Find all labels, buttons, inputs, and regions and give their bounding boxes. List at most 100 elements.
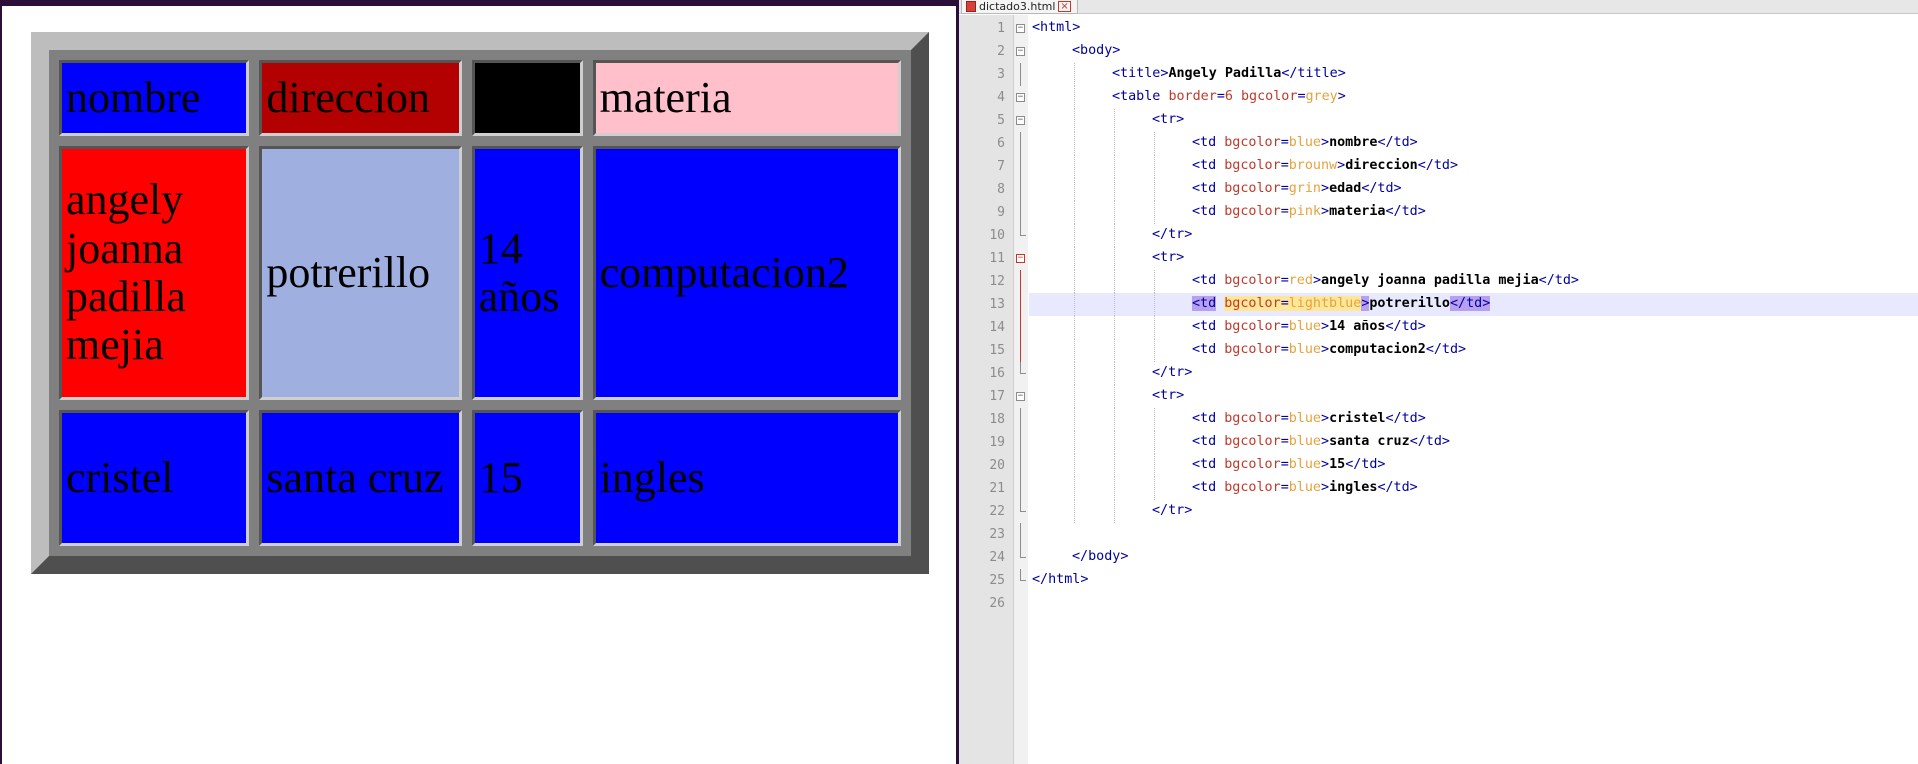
- code-token: >: [1321, 411, 1330, 426]
- code-token: potrerillo: [1369, 296, 1450, 311]
- indent-guide: [1074, 431, 1075, 454]
- code-line[interactable]: 23: [959, 523, 1918, 546]
- indent-guide: [1074, 247, 1075, 270]
- code-line[interactable]: 10 </tr>: [959, 224, 1918, 247]
- code-token: bgcolor: [1224, 296, 1281, 311]
- code-token: direccion: [1345, 158, 1418, 173]
- line-number: 4: [997, 90, 1005, 105]
- fold-line: [1020, 155, 1021, 178]
- indent-guide: [1074, 86, 1075, 109]
- indent-guide: [1074, 201, 1075, 224]
- code-line[interactable]: 3 <title>Angely Padilla</title>: [959, 63, 1918, 86]
- code-line[interactable]: 13 <td bgcolor=lightblue>potrerillo</td>: [959, 293, 1918, 316]
- code-token: =: [1280, 342, 1289, 357]
- code-token: <body>: [1072, 43, 1121, 58]
- code-line[interactable]: 15 <td bgcolor=blue>computacion2</td>: [959, 339, 1918, 362]
- fold-line: [1020, 477, 1021, 500]
- code-token: bgcolor: [1224, 480, 1281, 495]
- code-line[interactable]: 22 </tr>: [959, 500, 1918, 523]
- code-token: <td: [1192, 158, 1225, 173]
- code-token: bgcolor: [1224, 273, 1281, 288]
- table-cell: direccion: [259, 60, 462, 136]
- indent-guide: [1154, 293, 1155, 316]
- code-line[interactable]: 7 <td bgcolor=brounw>direccion</td>: [959, 155, 1918, 178]
- indent-guide: [1074, 500, 1075, 523]
- fold-line: [1020, 454, 1021, 477]
- tab-label: dictado3.html: [979, 0, 1056, 13]
- code-token: blue: [1288, 434, 1321, 449]
- code-token: </td>: [1385, 319, 1426, 334]
- indent-guide: [1114, 109, 1115, 132]
- code-line[interactable]: 25 </html>: [959, 569, 1918, 592]
- code-line[interactable]: 9 <td bgcolor=pink>materia</td>: [959, 201, 1918, 224]
- line-number: 16: [989, 366, 1005, 381]
- close-icon[interactable]: ×: [1058, 1, 1071, 12]
- fold-toggle-icon[interactable]: −: [1016, 392, 1025, 401]
- fold-toggle-icon[interactable]: −: [1016, 116, 1025, 125]
- fold-end-marker: [1020, 569, 1026, 581]
- line-number: 20: [989, 458, 1005, 473]
- code-line[interactable]: 2 − <body>: [959, 40, 1918, 63]
- code-token: =: [1280, 411, 1289, 426]
- fold-line: [1020, 178, 1021, 201]
- fold-line: [1020, 132, 1021, 155]
- code-line[interactable]: 14 <td bgcolor=blue>14 años</td>: [959, 316, 1918, 339]
- code-line[interactable]: 11 − <tr>: [959, 247, 1918, 270]
- code-line[interactable]: 20 <td bgcolor=blue>15</td>: [959, 454, 1918, 477]
- fold-line: [1020, 339, 1021, 362]
- code-line[interactable]: 12 <td bgcolor=red>angely joanna padilla …: [959, 270, 1918, 293]
- fold-toggle-icon[interactable]: −: [1016, 254, 1025, 263]
- table-cell: 14 años: [471, 145, 583, 401]
- code-line[interactable]: 21 <td bgcolor=blue>ingles</td>: [959, 477, 1918, 500]
- code-token: </title>: [1281, 66, 1346, 81]
- code-text: </html>: [1032, 572, 1088, 587]
- code-token: >: [1321, 135, 1330, 150]
- indent-guide: [1114, 339, 1115, 362]
- code-token: >: [1321, 204, 1330, 219]
- code-line[interactable]: 17 − <tr>: [959, 385, 1918, 408]
- indent-guide: [1114, 362, 1115, 385]
- code-token: =: [1280, 273, 1289, 288]
- code-token: cristel: [1329, 411, 1386, 426]
- line-number: 24: [989, 550, 1005, 565]
- code-token: >: [1321, 181, 1330, 196]
- code-line[interactable]: 6 <td bgcolor=blue>nombre</td>: [959, 132, 1918, 155]
- tab-dictado3[interactable]: dictado3.html ×: [961, 0, 1078, 14]
- code-text: <td bgcolor=blue>ingles</td>: [1192, 480, 1418, 495]
- code-line[interactable]: 18 <td bgcolor=blue>cristel</td>: [959, 408, 1918, 431]
- code-token: </td>: [1425, 342, 1467, 357]
- fold-toggle-icon[interactable]: −: [1016, 47, 1025, 56]
- code-line[interactable]: 8 <td bgcolor=grin>edad</td>: [959, 178, 1918, 201]
- indent-guide: [1074, 339, 1075, 362]
- code-line[interactable]: 4− <table border=6 bgcolor=grey>: [959, 86, 1918, 109]
- code-line[interactable]: 16 </tr>: [959, 362, 1918, 385]
- code-token: </body>: [1072, 549, 1129, 564]
- fold-toggle-icon[interactable]: −: [1016, 24, 1025, 33]
- code-text: </tr>: [1152, 227, 1192, 242]
- code-line[interactable]: 1 − <html>: [959, 17, 1918, 40]
- code-token: </td>: [1450, 296, 1491, 311]
- fold-toggle-icon[interactable]: −: [1016, 93, 1025, 102]
- code-token: border: [1168, 89, 1217, 104]
- code-token: <td: [1192, 411, 1225, 426]
- code-token: </td>: [1361, 181, 1402, 196]
- html-file-icon: [966, 1, 976, 12]
- indent-guide: [1114, 178, 1115, 201]
- code-token: angely joanna padilla mejia: [1321, 273, 1539, 288]
- line-number: 21: [989, 481, 1005, 496]
- code-line[interactable]: 26: [959, 592, 1918, 615]
- code-line[interactable]: 5 − <tr>: [959, 109, 1918, 132]
- code-line[interactable]: 19 <td bgcolor=blue>santa cruz</td>: [959, 431, 1918, 454]
- code-text: <html>: [1032, 20, 1080, 35]
- line-number: 26: [989, 596, 1005, 611]
- indent-guide: [1154, 178, 1155, 201]
- code-token: blue: [1288, 135, 1321, 150]
- code-line[interactable]: 24 </body>: [959, 546, 1918, 569]
- code-token: bgcolor: [1224, 158, 1281, 173]
- indent-guide: [1154, 408, 1155, 431]
- table-cell: potrerillo: [259, 145, 462, 401]
- indent-guide: [1074, 293, 1075, 316]
- fold-end-marker: [1020, 546, 1026, 558]
- line-number: 12: [989, 274, 1005, 289]
- table-cell: materia: [592, 60, 901, 136]
